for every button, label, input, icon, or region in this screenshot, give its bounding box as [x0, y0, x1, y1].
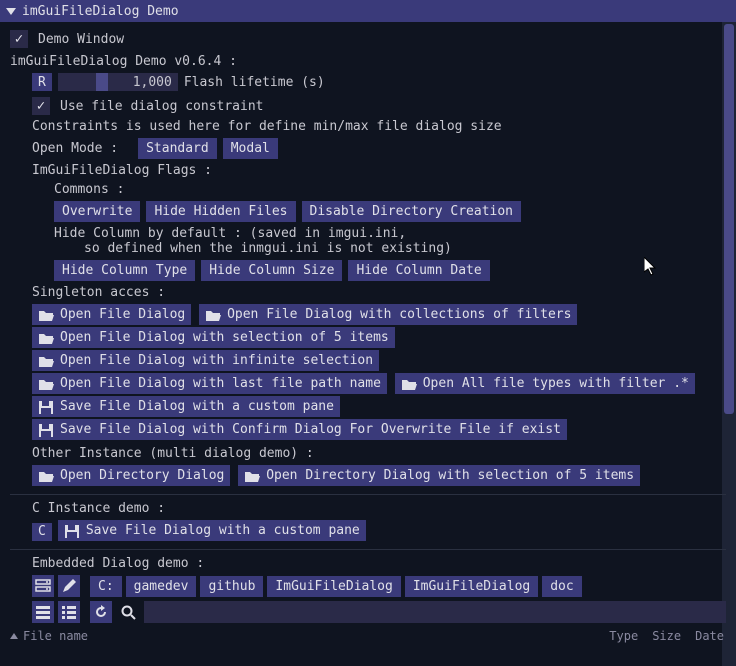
refresh-button[interactable] — [90, 601, 112, 623]
titlebar[interactable]: imGuiFileDialog Demo — [0, 0, 736, 22]
breadcrumb-github[interactable]: github — [200, 576, 263, 597]
btn-open-file-filters[interactable]: Open File Dialog with collections of fil… — [199, 304, 577, 325]
constraint-desc: Constraints is used here for define min/… — [32, 119, 502, 134]
folder-open-icon — [401, 377, 417, 391]
flag-disable-dir-create[interactable]: Disable Directory Creation — [302, 201, 522, 222]
btn-open-dir-dialog[interactable]: Open Directory Dialog — [32, 465, 230, 486]
folder-open-icon — [244, 469, 260, 483]
collapse-icon — [6, 8, 16, 15]
sort-asc-icon — [10, 633, 18, 639]
folder-open-icon — [38, 469, 54, 483]
use-constraint-label: Use file dialog constraint — [60, 99, 264, 114]
col-size[interactable]: Size — [650, 629, 683, 643]
demo-window-checkbox[interactable] — [10, 30, 28, 48]
hidecol-desc2: so defined when the inmgui.ini is not ex… — [84, 241, 452, 256]
save-icon — [64, 524, 80, 538]
drives-button[interactable] — [32, 575, 54, 597]
btn-save-custom-pane[interactable]: Save File Dialog with a custom pane — [32, 396, 340, 417]
save-icon — [38, 423, 54, 437]
separator — [10, 549, 726, 550]
c-button[interactable]: C — [32, 523, 52, 541]
flag-hide-hidden[interactable]: Hide Hidden Files — [146, 201, 295, 222]
flag-hide-col-date[interactable]: Hide Column Date — [348, 260, 489, 281]
flags-label: ImGuiFileDialog Flags : — [32, 163, 212, 178]
reset-flash-button[interactable]: R — [32, 73, 52, 91]
btn-save-confirm-overwrite[interactable]: Save File Dialog with Confirm Dialog For… — [32, 419, 567, 440]
flash-value: 1,000 — [133, 75, 172, 90]
other-instance-label: Other Instance (multi dialog demo) : — [32, 446, 314, 461]
breadcrumb-imguifd1[interactable]: ImGuiFileDialog — [267, 576, 400, 597]
breadcrumb-imguifd2[interactable]: ImGuiFileDialog — [405, 576, 538, 597]
search-icon — [120, 605, 136, 619]
slider-thumb[interactable] — [96, 73, 108, 91]
view-detail-button[interactable] — [58, 601, 80, 623]
folder-open-icon — [38, 377, 54, 391]
open-mode-label: Open Mode : — [32, 141, 118, 156]
commons-label: Commons : — [54, 182, 124, 197]
btn-open-file-sel5[interactable]: Open File Dialog with selection of 5 ite… — [32, 327, 395, 348]
flash-label: Flash lifetime (s) — [184, 75, 325, 90]
view-list-button[interactable] — [32, 601, 54, 623]
btn-open-file-infinite[interactable]: Open File Dialog with infinite selection — [32, 350, 379, 371]
open-mode-standard[interactable]: Standard — [138, 138, 217, 159]
breadcrumb-doc[interactable]: doc — [542, 576, 581, 597]
flag-hide-col-type[interactable]: Hide Column Type — [54, 260, 195, 281]
breadcrumb-c[interactable]: C: — [90, 576, 122, 597]
folder-open-icon — [38, 308, 54, 322]
singleton-label: Singleton acces : — [32, 285, 165, 300]
use-constraint-checkbox[interactable] — [32, 97, 50, 115]
open-mode-modal[interactable]: Modal — [223, 138, 278, 159]
folder-open-icon — [205, 308, 221, 322]
window-title: imGuiFileDialog Demo — [22, 4, 179, 19]
hidecol-desc1: Hide Column by default : (saved in imgui… — [54, 226, 406, 241]
btn-c-save-custom-pane[interactable]: Save File Dialog with a custom pane — [58, 520, 366, 541]
folder-open-icon — [38, 354, 54, 368]
col-date[interactable]: Date — [693, 629, 726, 643]
separator — [10, 494, 726, 495]
demo-window-label: Demo Window — [38, 32, 124, 47]
flag-overwrite[interactable]: Overwrite — [54, 201, 140, 222]
btn-open-file-lastpath[interactable]: Open File Dialog with last file path nam… — [32, 373, 387, 394]
btn-open-file-dialog[interactable]: Open File Dialog — [32, 304, 191, 325]
file-table-header: File name Type Size Date — [10, 627, 726, 645]
col-filename[interactable]: File name — [23, 629, 88, 643]
btn-open-dir-sel5[interactable]: Open Directory Dialog with selection of … — [238, 465, 640, 486]
btn-open-all-types[interactable]: Open All file types with filter .* — [395, 373, 695, 394]
flash-lifetime-input[interactable]: 1,000 — [58, 73, 178, 91]
save-icon — [38, 400, 54, 414]
breadcrumb-gamedev[interactable]: gamedev — [126, 576, 197, 597]
flag-hide-col-size[interactable]: Hide Column Size — [201, 260, 342, 281]
edit-path-button[interactable] — [58, 575, 80, 597]
version-label: imGuiFileDialog Demo v0.6.4 : — [10, 54, 237, 69]
search-input[interactable] — [144, 601, 726, 623]
col-type[interactable]: Type — [607, 629, 640, 643]
demo-window: imGuiFileDialog Demo Demo Window imGuiFi… — [0, 0, 736, 666]
c-instance-label: C Instance demo : — [32, 501, 165, 516]
embedded-label: Embedded Dialog demo : — [32, 556, 204, 571]
folder-open-icon — [38, 331, 54, 345]
